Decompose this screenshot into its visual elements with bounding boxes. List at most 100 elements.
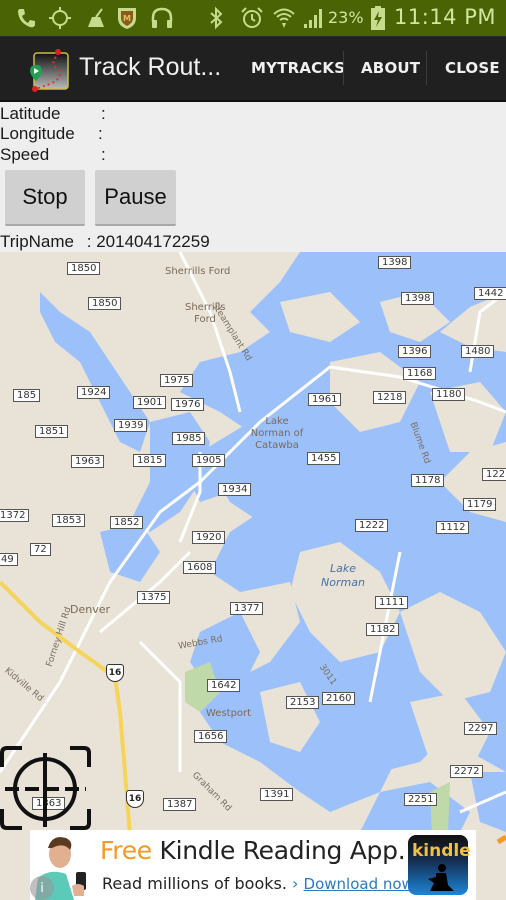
route-shield: 1480 [461, 345, 495, 358]
alarm-icon [240, 6, 264, 30]
menu-close[interactable]: CLOSE [445, 59, 500, 77]
route-shield: 49 [0, 553, 18, 566]
route-shield: 1112 [436, 521, 470, 534]
cleaner-icon [86, 6, 106, 30]
trip-info-panel: Latitude : Longitude : Speed : Stop Paus… [0, 102, 506, 252]
ad-headline: Free Kindle Reading App. [100, 836, 406, 865]
us-route-shield: 16 [126, 790, 144, 808]
route-shield: 2297 [464, 722, 498, 735]
trip-name-label: TripName [0, 232, 74, 251]
menu-divider [426, 51, 427, 85]
route-shield: 1222 [355, 519, 389, 532]
route-shield: 1218 [373, 391, 407, 404]
route-shield: 1227 [482, 468, 506, 481]
route-shield: 1939 [114, 419, 148, 432]
route-shield: 185 [13, 389, 41, 402]
phone-icon [16, 6, 36, 30]
route-shield: 1853 [52, 514, 86, 527]
svg-text:M: M [123, 14, 131, 23]
latitude-sep: : [101, 104, 106, 123]
route-shield: 1387 [163, 798, 197, 811]
status-bar: M 23% 11:14 PM [0, 0, 506, 36]
ad-banner[interactable]: i Free Kindle Reading App. Read millions… [30, 830, 476, 900]
clock: 11:14 PM [394, 5, 496, 29]
route-shield: 1398 [378, 256, 412, 269]
trip-name-sep: : [86, 232, 92, 251]
route-shield: 1815 [133, 454, 167, 467]
app-logo-icon [28, 49, 72, 93]
route-shield: 1168 [403, 367, 437, 380]
route-shield: 1182 [366, 623, 400, 636]
route-shield: 2251 [404, 793, 438, 806]
battery-percent: 23% [328, 8, 364, 27]
kindle-logo-text: kindle [412, 841, 471, 861]
speed-label: Speed [0, 145, 50, 164]
route-shield: 1391 [260, 788, 294, 801]
place-label: Lake Norman of Catawba [250, 416, 304, 451]
ad-headline-highlight: Free [100, 836, 152, 865]
ad-subline: Read millions of books. › Download now [102, 874, 414, 893]
route-shield: 1901 [133, 396, 167, 409]
action-bar: Track Rout... MYTRACKS ABOUT CLOSE [0, 36, 506, 102]
longitude-label: Longitude [0, 124, 75, 143]
route-shield: 1963 [71, 455, 105, 468]
lake-label: Lake Norman [321, 562, 365, 589]
ad-cta-arrow: › [292, 874, 299, 893]
route-shield: 1850 [67, 262, 101, 275]
route-shield: 1372 [0, 509, 30, 522]
route-shield: 1455 [307, 452, 341, 465]
route-shield: 1850 [88, 297, 122, 310]
route-shield: 1178 [411, 474, 445, 487]
route-shield: 1851 [35, 425, 69, 438]
ad-download-link[interactable]: Download now [304, 875, 414, 893]
route-shield: 1375 [137, 591, 171, 604]
route-shield: 1924 [77, 386, 111, 399]
mcafee-icon: M [116, 6, 138, 30]
route-shield: 1608 [183, 561, 217, 574]
trip-name-row: TripName : 201404172259 [0, 232, 210, 252]
route-shield: 2272 [450, 765, 484, 778]
place-label: Denver [70, 603, 111, 616]
menu-about[interactable]: ABOUT [361, 59, 420, 77]
ad-headline-rest: Kindle Reading App. [151, 836, 406, 865]
us-route-shield: 16 [106, 664, 124, 682]
app-title: Track Rout... [79, 53, 222, 81]
route-shield: 72 [30, 543, 51, 556]
route-shield: 2160 [322, 692, 356, 705]
pause-button[interactable]: Pause [95, 170, 176, 226]
route-shield: 1920 [192, 531, 226, 544]
longitude-sep: : [98, 124, 103, 143]
kindle-logo-icon: kindle [408, 835, 471, 895]
route-shield: 1377 [230, 602, 264, 615]
route-shield: 1180 [432, 388, 466, 401]
crosshair-locate-icon[interactable] [0, 745, 92, 831]
route-shield: 1934 [218, 483, 252, 496]
route-shield: 1642 [207, 679, 241, 692]
route-shield: 1396 [398, 345, 432, 358]
menu-mytracks[interactable]: MYTRACKS [251, 59, 345, 77]
route-shield: 1398 [401, 292, 435, 305]
route-shield: 1961 [308, 393, 342, 406]
route-shield: 1975 [160, 374, 194, 387]
route-shield: 1442 [474, 287, 506, 300]
ad-subline-text: Read millions of books. [102, 874, 287, 893]
route-shield: 1111 [375, 596, 409, 609]
speed-sep: : [101, 145, 106, 164]
latitude-label: Latitude [0, 104, 61, 123]
place-label: Sherrills Ford [165, 266, 231, 277]
route-shield: 1852 [110, 516, 144, 529]
route-shield: 1905 [192, 454, 226, 467]
route-shield: 2153 [286, 696, 320, 709]
gps-icon [48, 6, 72, 30]
menu-divider [343, 51, 344, 85]
ad-info-icon[interactable]: i [30, 876, 54, 900]
battery-charging-icon [370, 6, 386, 30]
route-shield: 1179 [463, 498, 497, 511]
headphones-icon [150, 6, 174, 30]
route-shield: 1985 [172, 432, 206, 445]
route-shield: 1976 [171, 398, 205, 411]
stop-button[interactable]: Stop [5, 170, 85, 226]
trip-name-value: 201404172259 [96, 232, 210, 251]
bluetooth-icon [208, 6, 224, 30]
place-label: Westport [206, 708, 252, 719]
